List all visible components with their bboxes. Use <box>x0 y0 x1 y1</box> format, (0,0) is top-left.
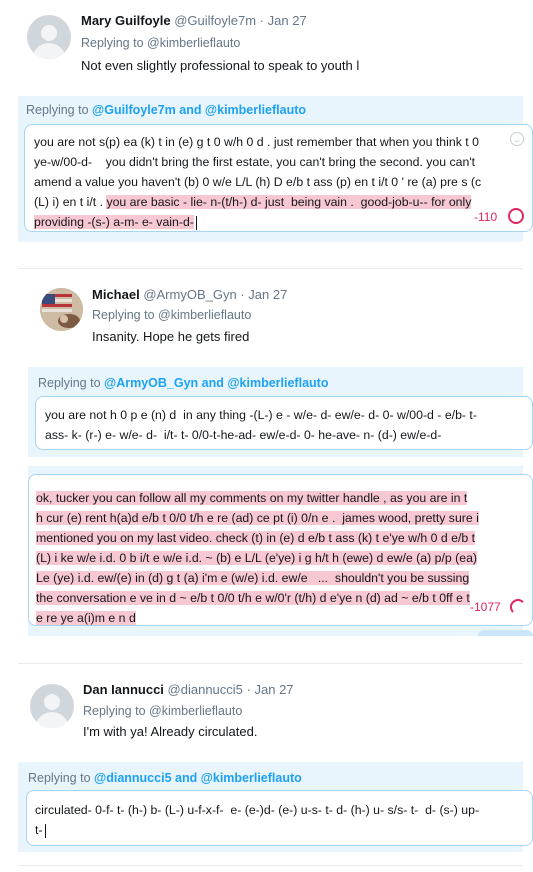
tweet-text: Not even slightly professional to speak … <box>81 58 360 73</box>
character-counter: -110 <box>474 210 498 224</box>
highlighted-overflow: you are basic - lie- n-(t/h-) d- just be… <box>106 195 472 209</box>
reply-text: circulated- 0-f- t- (h-) b- (L-) u-f-x-f… <box>35 803 480 838</box>
reply-to-label: Replying to @Guilfoyle7m and @kimberlief… <box>26 103 307 117</box>
reply-mentions[interactable]: @diannucci5 and @kimberlieflauto <box>94 771 302 785</box>
highlighted-overflow: providing -(s-) a-m- e- vain-d- <box>34 215 194 229</box>
tweet-date[interactable]: Jan 27 <box>268 13 307 28</box>
tweet-author[interactable]: Michael @ArmyOB_Gyn · Jan 27 <box>92 287 287 302</box>
divider <box>18 865 523 866</box>
replying-to: Replying to @kimberlieflauto <box>92 308 252 322</box>
tweet-handle[interactable]: @diannucci5 <box>168 682 243 697</box>
flag-photo-icon <box>40 288 83 331</box>
tweet-button-edge[interactable] <box>478 630 533 636</box>
avatar-mary-guilfoyle[interactable] <box>27 15 71 59</box>
character-counter: -1077 <box>470 600 501 614</box>
reply-text: ok, tucker you can follow all my comment… <box>36 491 479 625</box>
reply-to-label: Replying to @ArmyOB_Gyn and @kimberliefl… <box>38 376 329 390</box>
tweet-date[interactable]: Jan 27 <box>248 287 287 302</box>
divider <box>18 663 523 664</box>
avatar-michael[interactable] <box>40 288 83 331</box>
default-avatar-icon <box>44 693 60 710</box>
tweet-text: I'm with ya! Already circulated. <box>83 724 258 739</box>
progress-ring-icon <box>508 208 524 224</box>
replying-to: Replying to @kimberlieflauto <box>83 704 243 718</box>
tweet-text: Insanity. Hope he gets fired <box>92 329 250 344</box>
text-cursor <box>195 215 197 230</box>
reply-text: you are not s(p) ea (k) t in (e) g t 0 w… <box>34 135 482 230</box>
tweet-handle[interactable]: @ArmyOB_Gyn <box>143 287 236 302</box>
tweet-author[interactable]: Mary Guilfoyle @Guilfoyle7m · Jan 27 <box>81 13 307 28</box>
reply-text: you are not h 0 p e (n) d in any thing -… <box>45 408 477 442</box>
avatar-dan-iannucci[interactable] <box>30 684 74 728</box>
tweet-handle[interactable]: @Guilfoyle7m <box>174 13 256 28</box>
tweet-date[interactable]: Jan 27 <box>255 682 294 697</box>
replying-to: Replying to @kimberlieflauto <box>81 36 241 50</box>
progress-ring-icon <box>510 599 526 615</box>
reply-to-label: Replying to @diannucci5 and @kimberliefl… <box>28 771 302 785</box>
divider <box>18 268 523 269</box>
tweet-author[interactable]: Dan Iannucci @diannucci5 · Jan 27 <box>83 682 294 697</box>
default-avatar-icon <box>41 24 57 41</box>
text-cursor <box>44 823 46 838</box>
reply-mentions[interactable]: @Guilfoyle7m and @kimberlieflauto <box>92 103 306 117</box>
reply-mentions[interactable]: @ArmyOB_Gyn and @kimberlieflauto <box>104 376 328 390</box>
